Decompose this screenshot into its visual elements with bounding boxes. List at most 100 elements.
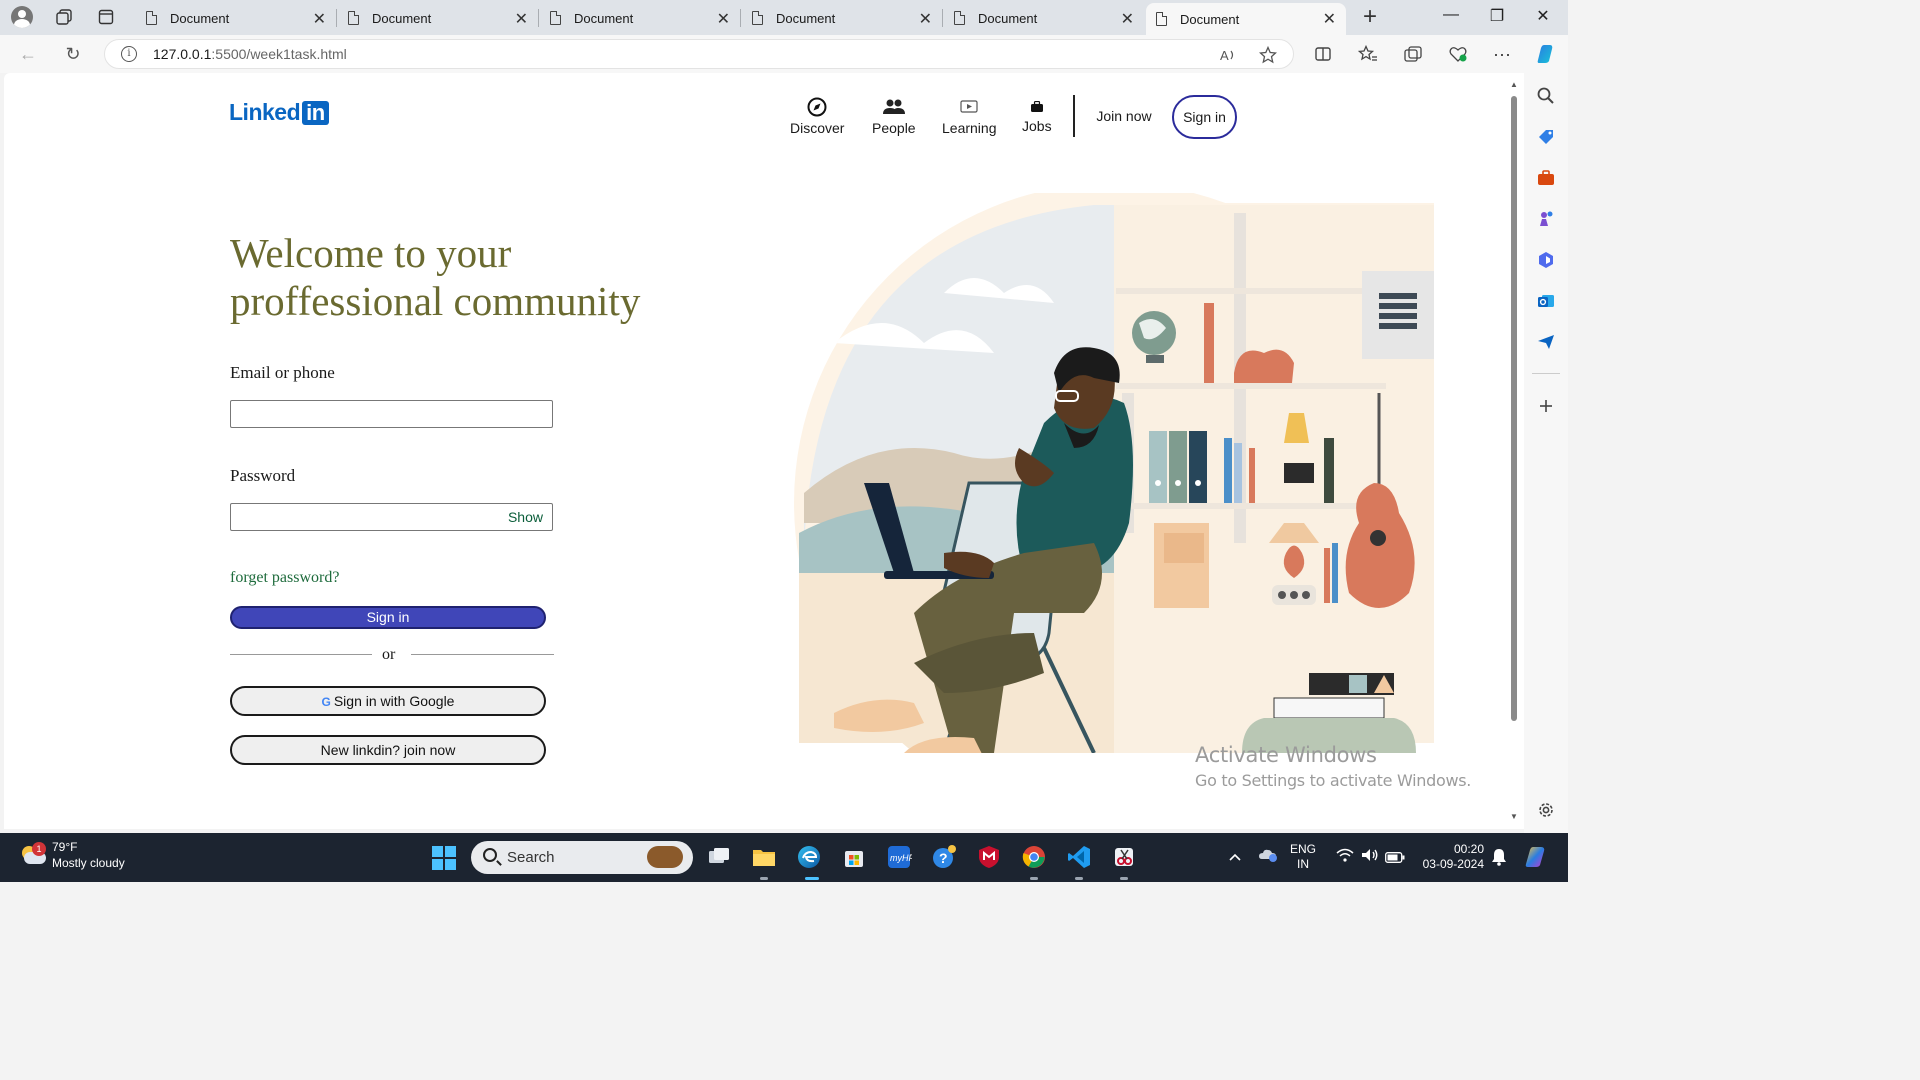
logo-badge: in — [302, 100, 329, 125]
weather-condition: Mostly cloudy — [52, 856, 125, 870]
tab-document-4[interactable]: Document ✕ — [742, 3, 942, 33]
restore-button[interactable]: ❐ — [1482, 6, 1512, 26]
tab-close-icon[interactable]: ✕ — [919, 9, 932, 29]
google-button-label: Sign in with Google — [333, 693, 455, 709]
nav-divider — [1073, 95, 1075, 137]
tab-close-icon[interactable]: ✕ — [717, 9, 730, 29]
weather-widget[interactable]: 1 79°F Mostly cloudy — [18, 839, 125, 871]
microsoft-store-icon[interactable] — [841, 844, 867, 870]
scroll-thumb[interactable] — [1511, 96, 1517, 721]
snipping-tool-icon[interactable] — [1111, 844, 1137, 870]
email-field[interactable] — [230, 400, 553, 428]
running-indicator — [1120, 877, 1128, 880]
linkedin-logo[interactable]: Linked in — [229, 99, 329, 126]
collections-icon[interactable] — [1401, 42, 1425, 66]
show-hidden-icons-chevron-icon[interactable] — [1228, 849, 1242, 867]
page-icon — [752, 11, 763, 25]
search-icon[interactable] — [1536, 86, 1556, 106]
more-options-icon[interactable]: ··· — [1490, 42, 1514, 66]
tools-briefcase-icon[interactable] — [1536, 168, 1556, 188]
join-now-link[interactable]: Join now — [1086, 103, 1162, 129]
tab-close-icon[interactable]: ✕ — [1121, 9, 1134, 29]
wifi-icon[interactable] — [1336, 848, 1354, 867]
divider-line-left — [230, 654, 372, 655]
onedrive-icon[interactable] — [1258, 847, 1278, 868]
notification-bell-icon[interactable] — [1491, 848, 1507, 871]
volume-icon[interactable] — [1361, 848, 1379, 867]
search-placeholder: Search — [507, 849, 555, 866]
page-scrollbar[interactable]: ▲ ▼ — [1509, 80, 1519, 825]
split-screen-icon[interactable] — [1311, 42, 1335, 66]
back-arrow-icon[interactable]: ← — [16, 42, 40, 66]
tab-actions-icon[interactable] — [92, 4, 120, 30]
tab-separator — [942, 9, 943, 27]
tab-title: Document — [1180, 11, 1240, 27]
header-sign-in-button[interactable]: Sign in — [1172, 95, 1237, 139]
url-host: 127.0.0.1 — [153, 46, 212, 62]
nav-learning[interactable]: Learning — [942, 97, 997, 141]
games-chess-icon[interactable] — [1536, 209, 1556, 229]
mcafee-shield-icon[interactable] — [976, 844, 1002, 870]
active-indicator — [805, 877, 819, 880]
myhp-icon[interactable]: myHP — [886, 844, 915, 870]
sign-in-button[interactable]: Sign in — [230, 606, 546, 629]
add-sidebar-app-icon[interactable] — [1536, 396, 1556, 416]
clock-date: 03-09-2024 — [1422, 857, 1484, 871]
microsoft-365-icon[interactable] — [1536, 250, 1556, 270]
favorites-icon[interactable] — [1356, 42, 1380, 66]
tab-document-2[interactable]: Document ✕ — [338, 3, 538, 33]
clock[interactable]: 00:20 03-09-2024 — [1418, 842, 1484, 872]
hero-illustration — [794, 193, 1434, 753]
chrome-browser-icon[interactable] — [1021, 844, 1047, 870]
nav-people[interactable]: People — [872, 97, 916, 141]
file-explorer-icon[interactable] — [751, 844, 777, 870]
outlook-icon[interactable] — [1536, 291, 1556, 311]
vscode-icon[interactable] — [1066, 844, 1092, 870]
password-label: Password — [230, 466, 296, 485]
close-window-button[interactable]: ✕ — [1528, 6, 1558, 26]
address-bar[interactable]: i 127.0.0.1:5500/week1task.html A — [104, 39, 1294, 69]
copilot-icon[interactable] — [1534, 42, 1558, 66]
forget-password-link[interactable]: forget password? — [230, 569, 339, 587]
new-tab-button[interactable]: + — [1358, 4, 1382, 30]
show-password-button[interactable]: Show — [508, 509, 543, 525]
drop-send-icon[interactable] — [1536, 332, 1556, 352]
windows-start-icon[interactable] — [432, 846, 456, 870]
browser-tab-strip: Document ✕ Document ✕ Document ✕ Documen… — [0, 0, 1568, 35]
minimize-button[interactable]: — — [1436, 6, 1466, 24]
tab-document-3[interactable]: Document ✕ — [540, 3, 740, 33]
tab-separator — [740, 9, 741, 27]
tab-document-1[interactable]: Document ✕ — [136, 3, 336, 33]
battery-icon[interactable] — [1385, 850, 1405, 868]
reload-icon[interactable]: ↻ — [61, 42, 85, 66]
tab-close-icon[interactable]: ✕ — [515, 9, 528, 29]
svg-text:A: A — [1220, 48, 1229, 63]
google-sign-in-button[interactable]: G Sign in with Google — [230, 686, 546, 716]
tab-close-icon[interactable]: ✕ — [1323, 9, 1336, 29]
site-info-icon[interactable]: i — [121, 46, 137, 62]
task-view-icon[interactable] — [706, 844, 732, 870]
get-help-icon[interactable]: ? — [931, 844, 957, 870]
browser-essentials-icon[interactable] — [1446, 42, 1470, 66]
scroll-up-arrow[interactable]: ▲ — [1509, 80, 1519, 89]
read-aloud-icon[interactable]: A — [1219, 46, 1237, 69]
workspaces-icon[interactable] — [50, 4, 78, 30]
running-indicator — [760, 877, 768, 880]
join-now-button[interactable]: New linkdin? join now — [230, 735, 546, 765]
favorite-star-icon[interactable] — [1258, 45, 1278, 69]
tab-close-icon[interactable]: ✕ — [313, 9, 326, 29]
edge-browser-icon[interactable] — [796, 844, 822, 870]
scroll-down-arrow[interactable]: ▼ — [1509, 812, 1519, 821]
copilot-taskbar-icon[interactable] — [1523, 844, 1549, 875]
language-indicator[interactable]: ENG IN — [1290, 842, 1316, 872]
sidebar-settings-gear-icon[interactable] — [1536, 800, 1556, 820]
tab-document-active[interactable]: Document ✕ — [1146, 3, 1346, 35]
url-text[interactable]: 127.0.0.1:5500/week1task.html — [153, 46, 347, 62]
shopping-tag-icon[interactable] — [1536, 127, 1556, 147]
profile-icon[interactable] — [8, 4, 36, 30]
tab-document-5[interactable]: Document ✕ — [944, 3, 1144, 33]
nav-discover[interactable]: Discover — [790, 97, 844, 141]
password-field[interactable]: Show — [230, 503, 553, 531]
nav-jobs[interactable]: Jobs — [1022, 99, 1052, 143]
taskbar-search-box[interactable]: Search — [471, 841, 693, 874]
